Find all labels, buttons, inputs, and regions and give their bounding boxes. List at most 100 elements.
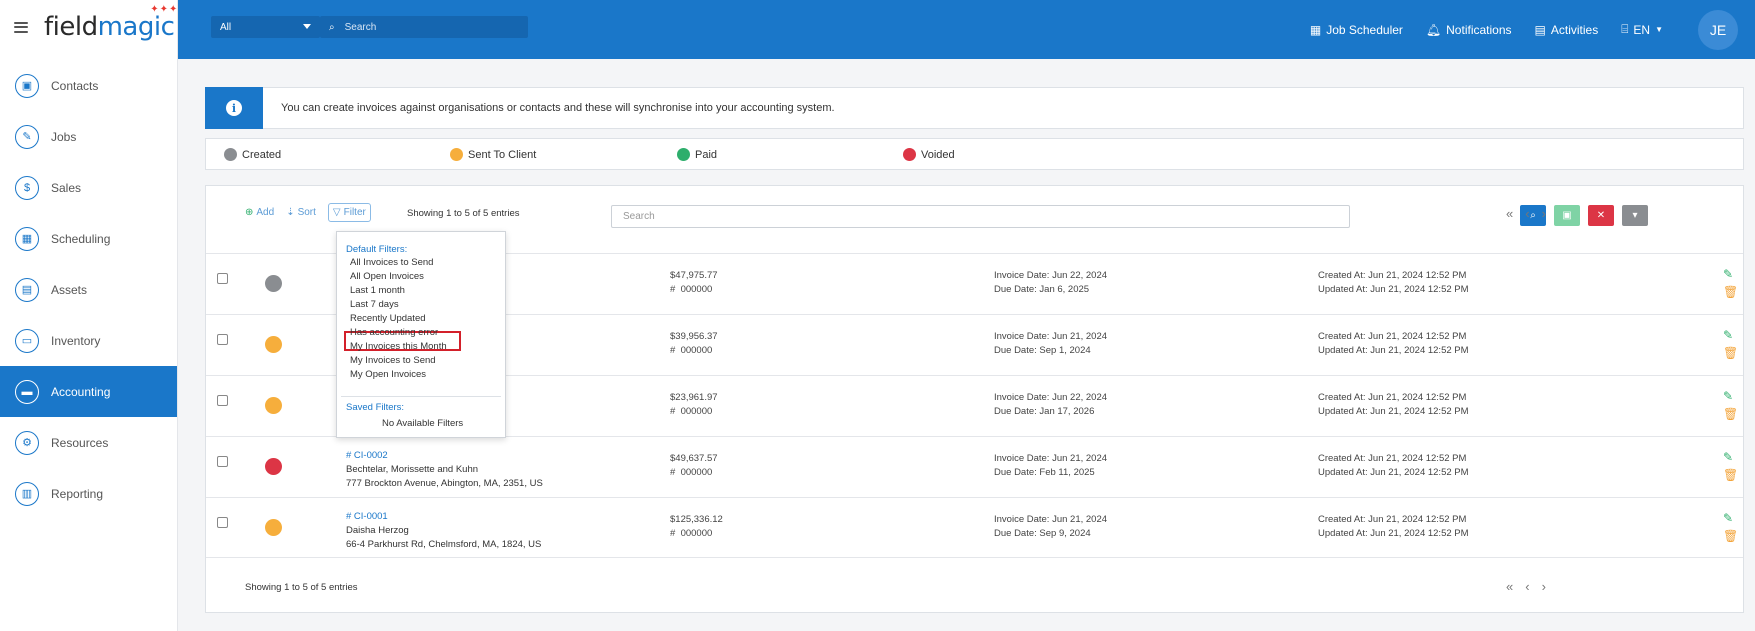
filter-option[interactable]: All Open Invoices [350,271,424,282]
top-pager: « ‹ › [1506,206,1558,221]
client-address: 66-4 Parkhurst Rd, Chelmsford, MA, 1824,… [346,539,542,550]
edit-icon[interactable]: ✎ [1723,328,1733,342]
invoice-dates: Invoice Date: Jun 21, 2024 Due Date: Sep … [994,330,1107,358]
sidebar-item-accounting[interactable]: ▬ Accounting [0,366,177,417]
sidebar-item-scheduling[interactable]: ▦ Scheduling [0,213,177,264]
language-label: EN [1633,22,1651,37]
invoice-amount: $47,975.77 # 000000 [670,269,718,297]
sidebar-item-label: Sales [51,180,82,195]
clear-button[interactable]: ✕ [1588,205,1614,226]
filter-option[interactable]: My Invoices to Send [350,355,436,366]
global-search-input[interactable]: ⌕ Search [320,16,528,38]
trash-icon[interactable]: 🗑︎ [1723,346,1738,360]
due-date: Due Date: Feb 11, 2025 [994,467,1095,478]
filter-option[interactable]: My Invoices this Month [350,341,447,352]
sidebar-item-label: Resources [51,435,109,450]
invoice-number-link[interactable]: # CI-0002 [346,449,543,463]
ref-value: 000000 [680,467,713,478]
first-page-icon[interactable]: « [1506,579,1513,594]
hash-icon: # [670,284,676,295]
trash-icon[interactable]: 🗑︎ [1723,407,1738,421]
briefcase-icon: ▤ [15,277,39,302]
sidebar-item-resources[interactable]: ⚙ Resources [0,417,177,468]
row-checkbox[interactable] [217,334,228,345]
table-row[interactable]: # CI-0002 Bechtelar, Morissette and Kuhn 7… [206,436,1743,497]
filter-button[interactable]: ▽ Filter [327,203,371,222]
sidebar-item-sales[interactable]: $ Sales [0,162,177,213]
contacts-icon: ▣ [15,73,39,98]
row-checkbox[interactable] [217,273,228,284]
hash-icon: # [670,528,676,539]
edit-icon[interactable]: ✎ [1723,450,1733,464]
filter-option[interactable]: Last 1 month [350,285,405,296]
invoice-number-link[interactable]: # CI-0001 [346,510,541,524]
first-page-icon[interactable]: « [1506,206,1513,221]
app-logo[interactable]: fieldmagic ✦✦✦ [44,4,177,42]
sidebar-item-jobs[interactable]: ✎ Jobs [0,111,177,162]
sidebar-header: fieldmagic ✦✦✦ [0,0,177,54]
sidebar-item-contacts[interactable]: ▣ Contacts [0,60,177,111]
job-scheduler-link[interactable]: ▦ Job Scheduler [1310,23,1403,37]
filter-dropdown: Default Filters: Saved Filters: No Avail… [336,231,506,438]
record-timestamps: Created At: Jun 21, 2024 12:52 PM Updated… [1318,513,1469,541]
bell-icon: 🔔︎ [1425,22,1442,37]
filter-option[interactable]: Has accounting error [350,327,438,338]
list-toolbar: ⊕ Add ⇣ Sort ▽ Filter [245,203,383,222]
sidebar-item-assets[interactable]: ▤ Assets [0,264,177,315]
chevron-down-icon: ▼ [1655,25,1663,34]
status-dot-icon [224,148,237,161]
calendar-check-icon: ▤ [1534,22,1546,37]
status-dot-icon [265,519,282,536]
hash-icon: # [670,406,676,417]
next-page-icon[interactable]: › [1542,206,1546,221]
row-checkbox[interactable] [217,395,228,406]
sort-button[interactable]: ⇣ Sort [286,207,316,218]
invoice-date: Invoice Date: Jun 21, 2024 [994,514,1108,525]
prev-page-icon[interactable]: ‹ [1525,579,1529,594]
filter-option[interactable]: Last 7 days [350,299,399,310]
filter-option[interactable]: All Invoices to Send [350,257,433,268]
legend-label: Paid [695,148,718,161]
search-scope-select[interactable]: All [211,16,320,38]
status-dot-icon [677,148,690,161]
created-at: Created At: Jun 21, 2024 12:52 PM [1318,514,1467,525]
language-selector[interactable]: ⌸ EN ▼ [1621,22,1663,37]
filter-option[interactable]: My Open Invoices [350,369,426,380]
entries-count: Showing 1 to 5 of 5 entries [407,208,520,219]
more-options-button[interactable]: ▾ [1622,205,1648,226]
filter-option[interactable]: Recently Updated [350,313,426,324]
sidebar-item-reporting[interactable]: ▥ Reporting [0,468,177,519]
trash-icon[interactable]: 🗑︎ [1723,468,1738,482]
info-banner: i You can create invoices against organi… [205,87,1744,129]
table-row[interactable]: # CI-0001 Daisha Herzog 66-4 Parkhurst Rd,… [206,497,1743,558]
sort-icon: ⇣ [286,207,295,218]
chevron-down-icon: ▾ [1632,210,1638,221]
edit-icon[interactable]: ✎ [1723,389,1733,403]
updated-at: Updated At: Jun 21, 2024 12:52 PM [1318,284,1469,295]
activities-link[interactable]: ▤ Activities [1535,23,1599,37]
sidebar-item-inventory[interactable]: ▭ Inventory [0,315,177,366]
status-legend: Created Sent To Client Paid Voided [205,138,1744,170]
add-button[interactable]: ⊕ Add [245,207,274,218]
invoice-ref: # 000000 [670,344,718,358]
list-search-input[interactable]: Search [611,205,1350,228]
edit-icon[interactable]: ✎ [1723,267,1733,281]
sort-label: Sort [297,207,316,218]
row-checkbox[interactable] [217,456,228,467]
sidebar-item-label: Contacts [51,78,99,93]
report-icon: ▥ [15,481,39,506]
wallet-icon: ▬ [15,379,39,404]
trash-icon[interactable]: 🗑︎ [1723,285,1738,299]
notifications-link[interactable]: 🔔︎ Notifications [1426,23,1512,37]
info-icon: i [226,100,242,116]
trash-icon[interactable]: 🗑︎ [1723,529,1738,543]
user-avatar[interactable]: JE [1698,9,1738,50]
amount-value: $47,975.77 [670,270,718,281]
edit-icon[interactable]: ✎ [1723,511,1733,525]
hamburger-menu-icon[interactable] [14,21,28,33]
add-label: Add [256,207,275,218]
sidebar-item-label: Inventory [51,333,101,348]
prev-page-icon[interactable]: ‹ [1525,206,1529,221]
row-checkbox[interactable] [217,517,228,528]
next-page-icon[interactable]: › [1542,579,1546,594]
